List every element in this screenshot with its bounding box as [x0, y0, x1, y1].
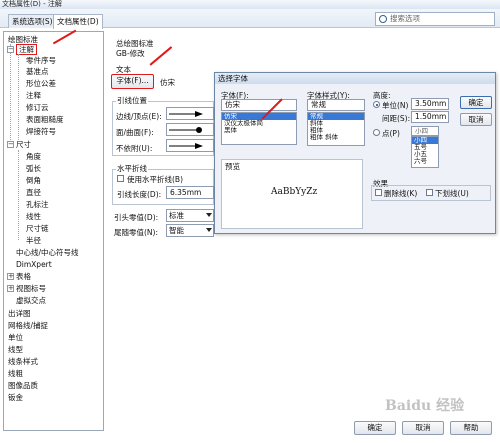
tab-system-options[interactable]: 系统选项(S) — [8, 14, 57, 28]
tree-item-image-quality[interactable]: 图像品质 — [8, 381, 38, 390]
point-size-input[interactable]: 小四 — [411, 126, 439, 136]
unit-height-input[interactable]: 3.50mm — [411, 98, 449, 110]
leader-zero-select[interactable]: 标准 — [166, 209, 214, 222]
leader-group-label: 引线位置 — [116, 95, 148, 106]
horizontal-group-label: 水平折线 — [116, 163, 148, 174]
leader-face-label: 面/曲面(F): — [116, 128, 154, 137]
font-list-item[interactable]: 黑体 — [222, 127, 296, 134]
tree-item-detailing[interactable]: 出详图 — [8, 309, 31, 318]
leader-length-label: 引线长度(D): — [117, 190, 162, 199]
tree-item-arc-length[interactable]: 弧长 — [26, 164, 41, 173]
tree-item-angle[interactable]: 角度 — [26, 152, 41, 161]
font-dialog: 选择字体 字体(F): 仿宋 仿宋 汉仪太极体简 黑体 字体样式(Y): 常规 … — [214, 72, 496, 234]
use-horizontal-checkbox[interactable] — [117, 175, 124, 182]
size-list-item[interactable]: 六号 — [412, 158, 438, 165]
expand-icon[interactable]: + — [7, 285, 14, 292]
point-radio[interactable] — [373, 129, 380, 136]
tree-item-radius[interactable]: 半径 — [26, 236, 41, 245]
tree-item-annotation[interactable]: 注解 — [16, 44, 37, 55]
font-button-label: 字体(F)... — [116, 76, 149, 85]
search-icon — [379, 15, 387, 23]
leader-unattached-label: 不依附(U): — [116, 144, 153, 153]
trailing-zero-label: 尾随零值(N): — [114, 228, 158, 237]
spacing-label: 间距(S): — [382, 114, 411, 123]
use-horizontal-label: 使用水平折线(B) — [127, 175, 183, 184]
standard-value: GB-修改 — [116, 49, 145, 58]
tree-item-view-labels[interactable]: 视图标号 — [16, 284, 46, 293]
collapse-icon[interactable]: − — [7, 46, 14, 53]
leader-length-input[interactable]: 6.35mm — [166, 186, 214, 199]
options-tree[interactable]: 绘图标准 − 注解 零件序号 基准点 形位公差 注释 修订云 表面粗糙度 焊接符… — [3, 31, 104, 431]
watermark-logo: Baidu 经验 — [385, 398, 465, 414]
trailing-zero-select[interactable]: 智能 — [166, 224, 214, 237]
unit-radio[interactable] — [373, 101, 380, 108]
leader-zero-value: 标准 — [169, 211, 184, 220]
tree-item-centerline[interactable]: 中心线/中心符号线 — [16, 248, 79, 257]
tree-item-dimxpert[interactable]: DimXpert — [16, 260, 52, 269]
leader-face-select[interactable] — [166, 123, 214, 136]
dot-style-icon — [169, 127, 202, 133]
unit-label: 单位(N) — [382, 101, 409, 110]
tree-item-note[interactable]: 注释 — [26, 91, 41, 100]
font-name-list[interactable]: 仿宋 汉仪太极体简 黑体 — [221, 112, 297, 145]
leader-zero-label: 引头零值(D): — [114, 213, 159, 222]
window-title: 文档属性(D) - 注解 — [0, 0, 500, 9]
arrow-style-icon — [169, 143, 203, 149]
tree-item-drafting-standard[interactable]: 绘图标准 — [8, 35, 38, 44]
tree-item-line-style[interactable]: 线条样式 — [8, 357, 38, 366]
strikeout-checkbox[interactable] — [375, 189, 382, 196]
top-bar: 系统选项(S) 文档属性(D) 搜索选项 — [0, 9, 500, 29]
tree-item-grid-snap[interactable]: 网格线/捕捉 — [8, 321, 48, 330]
strikeout-label: 删除线(K) — [384, 189, 418, 198]
font-dialog-cancel-button[interactable]: 取消 — [460, 113, 492, 126]
trailing-zero-value: 智能 — [169, 226, 184, 235]
style-list-item[interactable]: 粗体 斜体 — [308, 134, 364, 141]
tree-item-diameter[interactable]: 直径 — [26, 188, 41, 197]
font-dialog-title: 选择字体 — [215, 73, 495, 84]
tree-item-dimensions[interactable]: 尺寸 — [16, 140, 31, 149]
tree-item-linear[interactable]: 线性 — [26, 212, 41, 221]
tree-item-line-font[interactable]: 线型 — [8, 345, 23, 354]
collapse-icon[interactable]: − — [7, 141, 14, 148]
font-name-input[interactable]: 仿宋 — [221, 99, 297, 111]
arrow-style-icon — [169, 111, 203, 117]
underline-label: 下划线(U) — [435, 189, 469, 198]
tree-item-sheet-metal[interactable]: 钣金 — [8, 393, 23, 402]
tree-item-virtual-sharps[interactable]: 虚拟交点 — [16, 296, 46, 305]
preview-text: AaBbYyZz — [271, 187, 318, 197]
tree-item-balloon[interactable]: 零件序号 — [26, 56, 56, 65]
point-label: 点(P) — [382, 129, 400, 138]
tree-item-hole-callout[interactable]: 孔标注 — [26, 200, 49, 209]
spacing-input[interactable]: 1.50mm — [411, 111, 449, 123]
ok-button[interactable]: 确定 — [354, 421, 396, 435]
leader-edge-label: 边线/顶点(E): — [116, 112, 162, 121]
tree-item-units[interactable]: 单位 — [8, 333, 23, 342]
help-button[interactable]: 帮助 — [450, 421, 492, 435]
font-style-input[interactable]: 常规 — [307, 99, 365, 111]
font-style-list[interactable]: 常规 斜体 粗体 粗体 斜体 — [307, 112, 365, 146]
tab-document-properties[interactable]: 文档属性(D) — [53, 14, 103, 29]
preview-label: 预览 — [225, 162, 240, 171]
font-value: 仿宋 — [160, 78, 175, 87]
point-size-list[interactable]: 小四 五号 小五 六号 — [411, 136, 439, 168]
leader-edge-select[interactable] — [166, 107, 214, 120]
tree-item-chamfer[interactable]: 倒角 — [26, 176, 41, 185]
font-button[interactable]: 字体(F)... — [111, 74, 154, 89]
tree-item-gtol[interactable]: 形位公差 — [26, 79, 56, 88]
font-dialog-ok-button[interactable]: 确定 — [460, 96, 492, 109]
leader-unattached-select[interactable] — [166, 139, 214, 152]
tree-item-ordinate[interactable]: 尺寸链 — [26, 224, 49, 233]
underline-checkbox[interactable] — [426, 189, 433, 196]
tree-item-weld-symbol[interactable]: 焊接符号 — [26, 127, 56, 136]
footer-bar: 确定 取消 帮助 — [0, 417, 500, 443]
tree-item-datum[interactable]: 基准点 — [26, 67, 49, 76]
expand-icon[interactable]: + — [7, 273, 14, 280]
cancel-button[interactable]: 取消 — [402, 421, 444, 435]
tree-item-revision-cloud[interactable]: 修订云 — [26, 103, 49, 112]
tree-item-tables[interactable]: 表格 — [16, 272, 31, 281]
search-input[interactable]: 搜索选项 — [375, 12, 495, 26]
tree-item-surface-finish[interactable]: 表面粗糙度 — [26, 115, 64, 124]
tree-item-line-thickness[interactable]: 线粗 — [8, 369, 23, 378]
